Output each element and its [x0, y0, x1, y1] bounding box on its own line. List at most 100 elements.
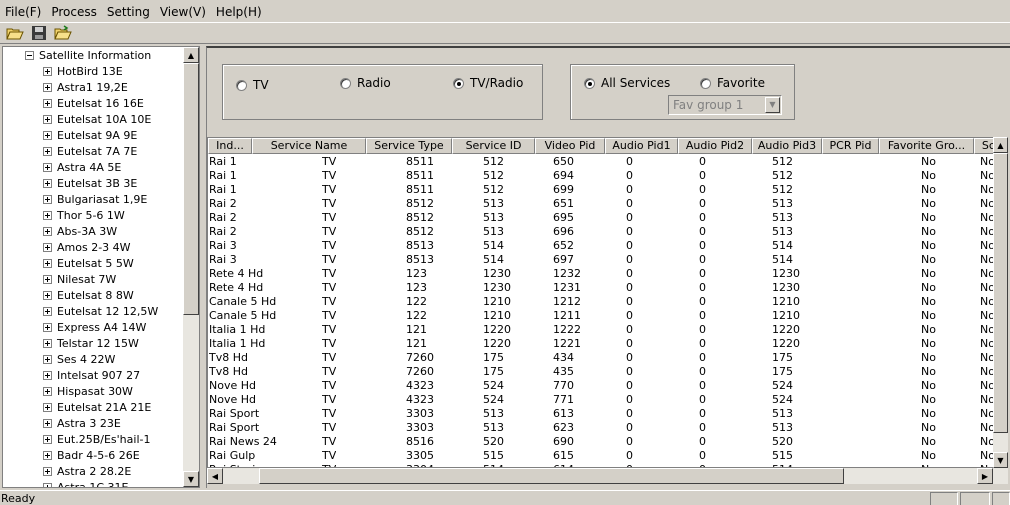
- table-row[interactable]: Rete 4 Hd TV 123 1230 1232 0 0 1230 No No: [208, 267, 998, 281]
- table-cell: 1210: [483, 309, 511, 322]
- table-row[interactable]: Rete 4 Hd TV 123 1230 1231 0 0 1230 No No: [208, 281, 998, 295]
- services-grid[interactable]: Ind... Service Name Service Type Service ID…: [207, 137, 1008, 468]
- table-row[interactable]: Rai 3 TV 8513 514 652 0 0 514 No No: [208, 239, 998, 253]
- table-cell: TV: [322, 337, 337, 350]
- radio-tv-label: TV: [253, 78, 269, 92]
- table-row[interactable]: Rai Gulp TV 3305 515 615 0 0 515 No No: [208, 449, 998, 463]
- table-cell: Nove Hd: [209, 379, 256, 392]
- menu-helph[interactable]: Help(H): [211, 2, 267, 22]
- expand-icon[interactable]: [43, 227, 52, 236]
- expand-icon[interactable]: [43, 435, 52, 444]
- table-row[interactable]: Italia 1 Hd TV 121 1220 1222 0 0 1220 No No: [208, 323, 998, 337]
- table-row[interactable]: Rai 3 TV 8513 514 697 0 0 514 No No: [208, 253, 998, 267]
- grid-vertical-scrollbar[interactable]: ▲ ▼: [993, 137, 1008, 468]
- radio-all-services[interactable]: All Services: [584, 76, 670, 90]
- menu-viewv[interactable]: View(V): [155, 2, 211, 22]
- table-row[interactable]: Tv8 Hd TV 7260 175 434 0 0 175 No No: [208, 351, 998, 365]
- satellite-tree[interactable]: Satellite Information HotBird 13E Astra1 1…: [2, 46, 200, 488]
- menu-filef[interactable]: File(F): [0, 2, 46, 22]
- table-row[interactable]: Rai News 24 TV 8516 520 690 0 0 520 No No: [208, 435, 998, 449]
- expand-icon[interactable]: [43, 419, 52, 428]
- table-cell: TV: [322, 309, 337, 322]
- expand-icon[interactable]: [43, 243, 52, 252]
- grid-vscroll-thumb[interactable]: [993, 153, 1008, 433]
- grid-horizontal-scrollbar[interactable]: ◀ ▶: [207, 468, 1008, 484]
- tree-scrollbar[interactable]: ▲ ▼: [183, 47, 199, 487]
- expand-icon[interactable]: [43, 339, 52, 348]
- table-row[interactable]: Canale 5 Hd TV 122 1210 1212 0 0 1210 No No: [208, 295, 998, 309]
- open-folder-alt-icon[interactable]: [52, 23, 74, 43]
- column-header[interactable]: Audio Pid2: [678, 138, 752, 154]
- column-header[interactable]: Video Pid: [535, 138, 605, 154]
- expand-icon[interactable]: [43, 403, 52, 412]
- menu-process[interactable]: Process: [46, 2, 102, 22]
- expand-icon[interactable]: [43, 83, 52, 92]
- expand-icon[interactable]: [43, 131, 52, 140]
- expand-icon[interactable]: [43, 291, 52, 300]
- grid-scroll-left-icon[interactable]: ◀: [207, 468, 223, 484]
- scroll-thumb[interactable]: [183, 63, 199, 315]
- expand-icon[interactable]: [43, 163, 52, 172]
- menu-setting[interactable]: Setting: [102, 2, 155, 22]
- column-header[interactable]: Audio Pid3: [752, 138, 822, 154]
- table-cell: 1210: [483, 295, 511, 308]
- column-header[interactable]: Service Name: [252, 138, 366, 154]
- table-row[interactable]: Tv8 Hd TV 7260 175 435 0 0 175 No No: [208, 365, 998, 379]
- radio-tv-radio[interactable]: TV/Radio: [453, 76, 523, 90]
- column-header[interactable]: PCR Pid: [822, 138, 879, 154]
- scroll-up-icon[interactable]: ▲: [183, 47, 199, 63]
- grid-scroll-right-icon[interactable]: ▶: [977, 468, 993, 484]
- radio-favorite[interactable]: Favorite: [700, 76, 765, 90]
- table-row[interactable]: Rai 2 TV 8512 513 651 0 0 513 No No: [208, 197, 998, 211]
- table-row[interactable]: Rai 1 TV 8511 512 699 0 0 512 No No: [208, 183, 998, 197]
- expand-icon[interactable]: [43, 323, 52, 332]
- table-cell: 7260: [406, 351, 434, 364]
- expand-icon[interactable]: [43, 275, 52, 284]
- column-header[interactable]: Service Type: [366, 138, 452, 154]
- table-row[interactable]: Rai 1 TV 8511 512 694 0 0 512 No No: [208, 169, 998, 183]
- fav-group-select[interactable]: Fav group 1 ▼: [668, 95, 782, 115]
- tree-item-label: Badr 4-5-6 26E: [57, 449, 140, 462]
- table-row[interactable]: Italia 1 Hd TV 121 1220 1221 0 0 1220 No No: [208, 337, 998, 351]
- expand-icon[interactable]: [43, 371, 52, 380]
- column-header[interactable]: Favorite Gro...: [879, 138, 974, 154]
- table-row[interactable]: Nove Hd TV 4323 524 771 0 0 524 No No: [208, 393, 998, 407]
- open-folder-icon[interactable]: [4, 23, 26, 43]
- expand-icon[interactable]: [43, 307, 52, 316]
- expand-icon[interactable]: [43, 99, 52, 108]
- expand-icon[interactable]: [43, 387, 52, 396]
- expand-icon[interactable]: [43, 355, 52, 364]
- expand-icon[interactable]: [43, 211, 52, 220]
- expand-icon[interactable]: [43, 179, 52, 188]
- column-header[interactable]: Service ID: [452, 138, 535, 154]
- grid-scroll-up-icon[interactable]: ▲: [993, 137, 1008, 153]
- column-header[interactable]: Ind...: [208, 138, 252, 154]
- tree-item-label: Satellite Information: [39, 49, 152, 62]
- collapse-icon[interactable]: [25, 51, 34, 60]
- grid-scroll-down-icon[interactable]: ▼: [993, 452, 1008, 468]
- table-row[interactable]: Rai 1 TV 8511 512 650 0 0 512 No No: [208, 155, 998, 169]
- expand-icon[interactable]: [43, 67, 52, 76]
- chevron-down-icon[interactable]: ▼: [765, 97, 780, 113]
- table-row[interactable]: Canale 5 Hd TV 122 1210 1211 0 0 1210 No No: [208, 309, 998, 323]
- scroll-down-icon[interactable]: ▼: [183, 471, 199, 487]
- table-row[interactable]: Rai Sport TV 3303 513 613 0 0 513 No No: [208, 407, 998, 421]
- table-cell: 1230: [483, 281, 511, 294]
- table-row[interactable]: Rai Sport TV 3303 513 623 0 0 513 No No: [208, 421, 998, 435]
- expand-icon[interactable]: [43, 259, 52, 268]
- expand-icon[interactable]: [43, 451, 52, 460]
- expand-icon[interactable]: [43, 115, 52, 124]
- table-row[interactable]: Rai 2 TV 8512 513 696 0 0 513 No No: [208, 225, 998, 239]
- expand-icon[interactable]: [43, 147, 52, 156]
- expand-icon[interactable]: [43, 483, 52, 487]
- radio-radio[interactable]: Radio: [340, 76, 391, 90]
- table-row[interactable]: Rai 2 TV 8512 513 695 0 0 513 No No: [208, 211, 998, 225]
- column-header[interactable]: Audio Pid1: [605, 138, 678, 154]
- expand-icon[interactable]: [43, 467, 52, 476]
- expand-icon[interactable]: [43, 195, 52, 204]
- save-disk-icon[interactable]: [28, 23, 50, 43]
- table-cell: 175: [772, 351, 793, 364]
- grid-hscroll-thumb[interactable]: [259, 468, 844, 484]
- table-row[interactable]: Nove Hd TV 4323 524 770 0 0 524 No No: [208, 379, 998, 393]
- radio-tv[interactable]: TV: [236, 78, 269, 92]
